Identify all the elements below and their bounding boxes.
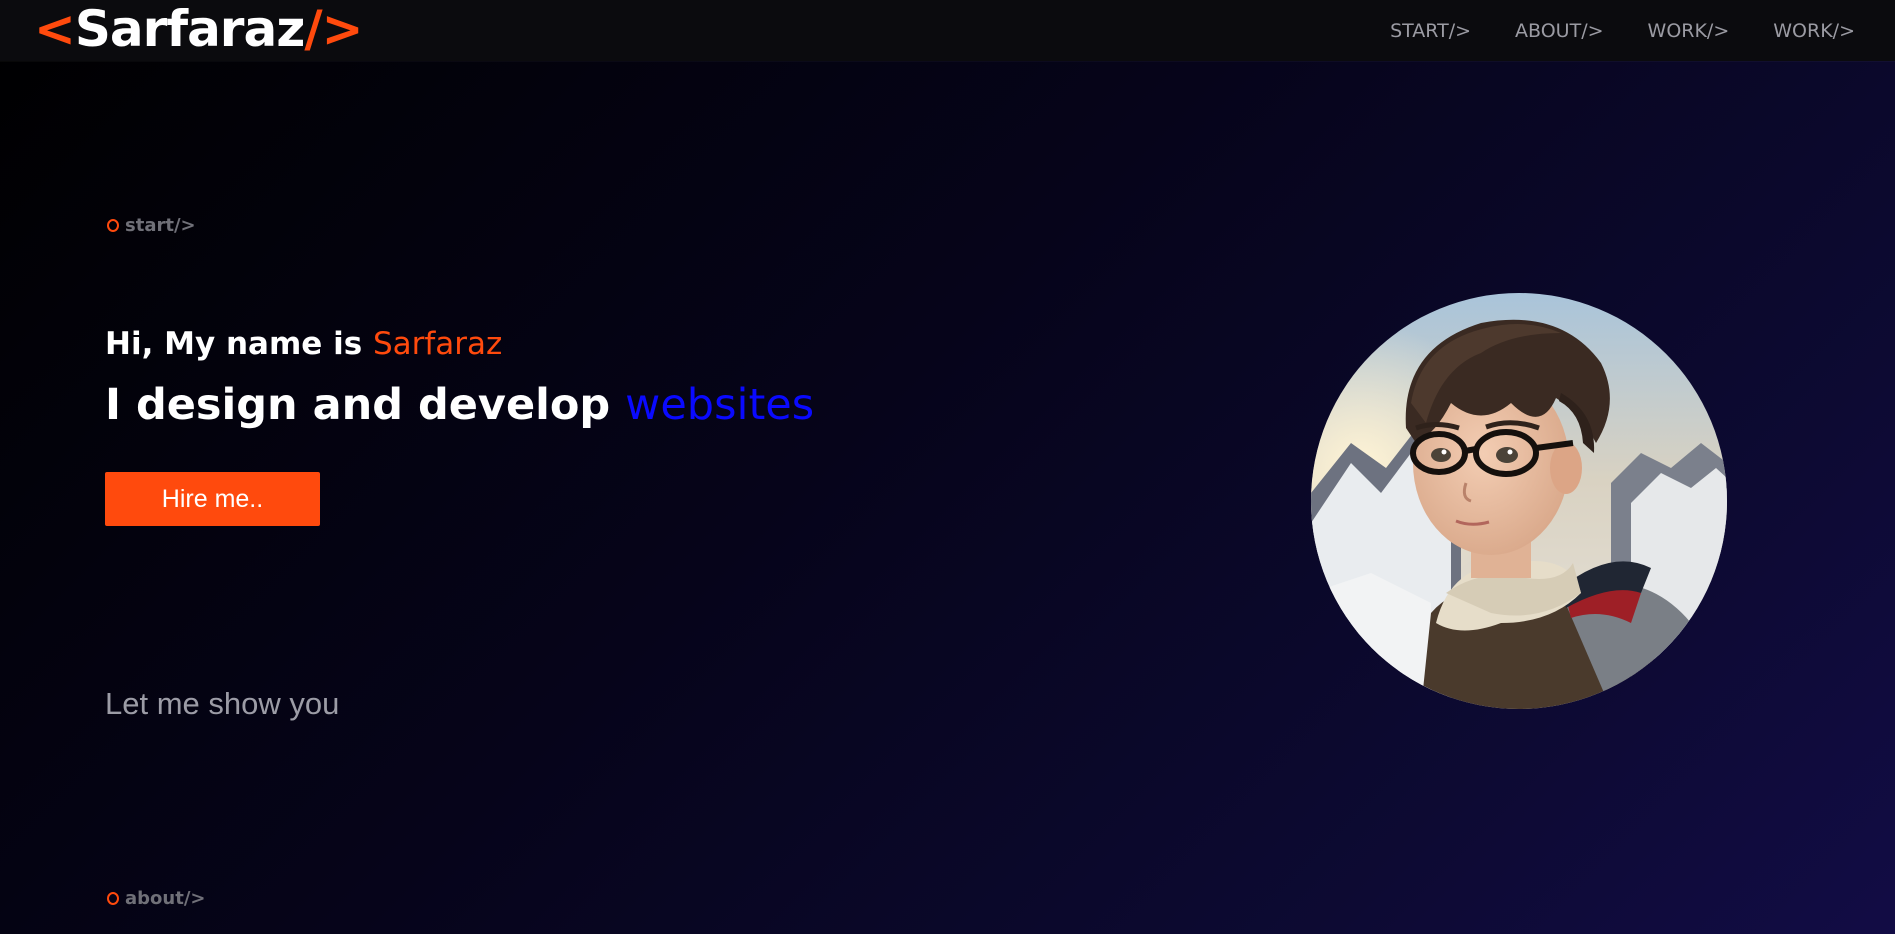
logo-name: Sarfaraz	[74, 0, 305, 58]
nav-link-work-2[interactable]: WORK/>	[1773, 20, 1855, 42]
nav-link-about[interactable]: ABOUT/>	[1515, 20, 1604, 42]
section-label-start: start/>	[125, 215, 196, 236]
avatar-illustration	[1311, 293, 1727, 709]
section-marker-about: about/>	[107, 888, 205, 909]
site-logo[interactable]: <Sarfaraz/>	[34, 0, 363, 61]
nav-links: START/> ABOUT/> WORK/> WORK/>	[1346, 0, 1855, 61]
circle-outline-icon	[107, 219, 119, 232]
logo-close-bracket: />	[304, 0, 363, 58]
hero-subtext: Let me show you	[105, 686, 340, 721]
nav-link-work[interactable]: WORK/>	[1648, 20, 1730, 42]
circle-outline-icon	[107, 892, 119, 905]
avatar	[1311, 293, 1727, 709]
headline-highlight: websites	[625, 380, 815, 430]
hero-headline: I design and develop websites	[105, 380, 814, 430]
logo-open-bracket: <	[34, 0, 76, 58]
greeting-prefix: Hi, My name is	[105, 326, 373, 362]
greeting-name: Sarfaraz	[372, 326, 503, 362]
section-label-about: about/>	[125, 888, 206, 909]
section-marker-start: start/>	[107, 215, 196, 236]
nav-link-start[interactable]: START/>	[1390, 20, 1471, 42]
hero-greeting: Hi, My name is Sarfaraz	[105, 326, 502, 362]
navbar: <Sarfaraz/> START/> ABOUT/> WORK/> WORK/…	[0, 0, 1895, 61]
hire-me-button[interactable]: Hire me..	[105, 472, 320, 526]
headline-prefix: I design and develop	[105, 380, 626, 430]
